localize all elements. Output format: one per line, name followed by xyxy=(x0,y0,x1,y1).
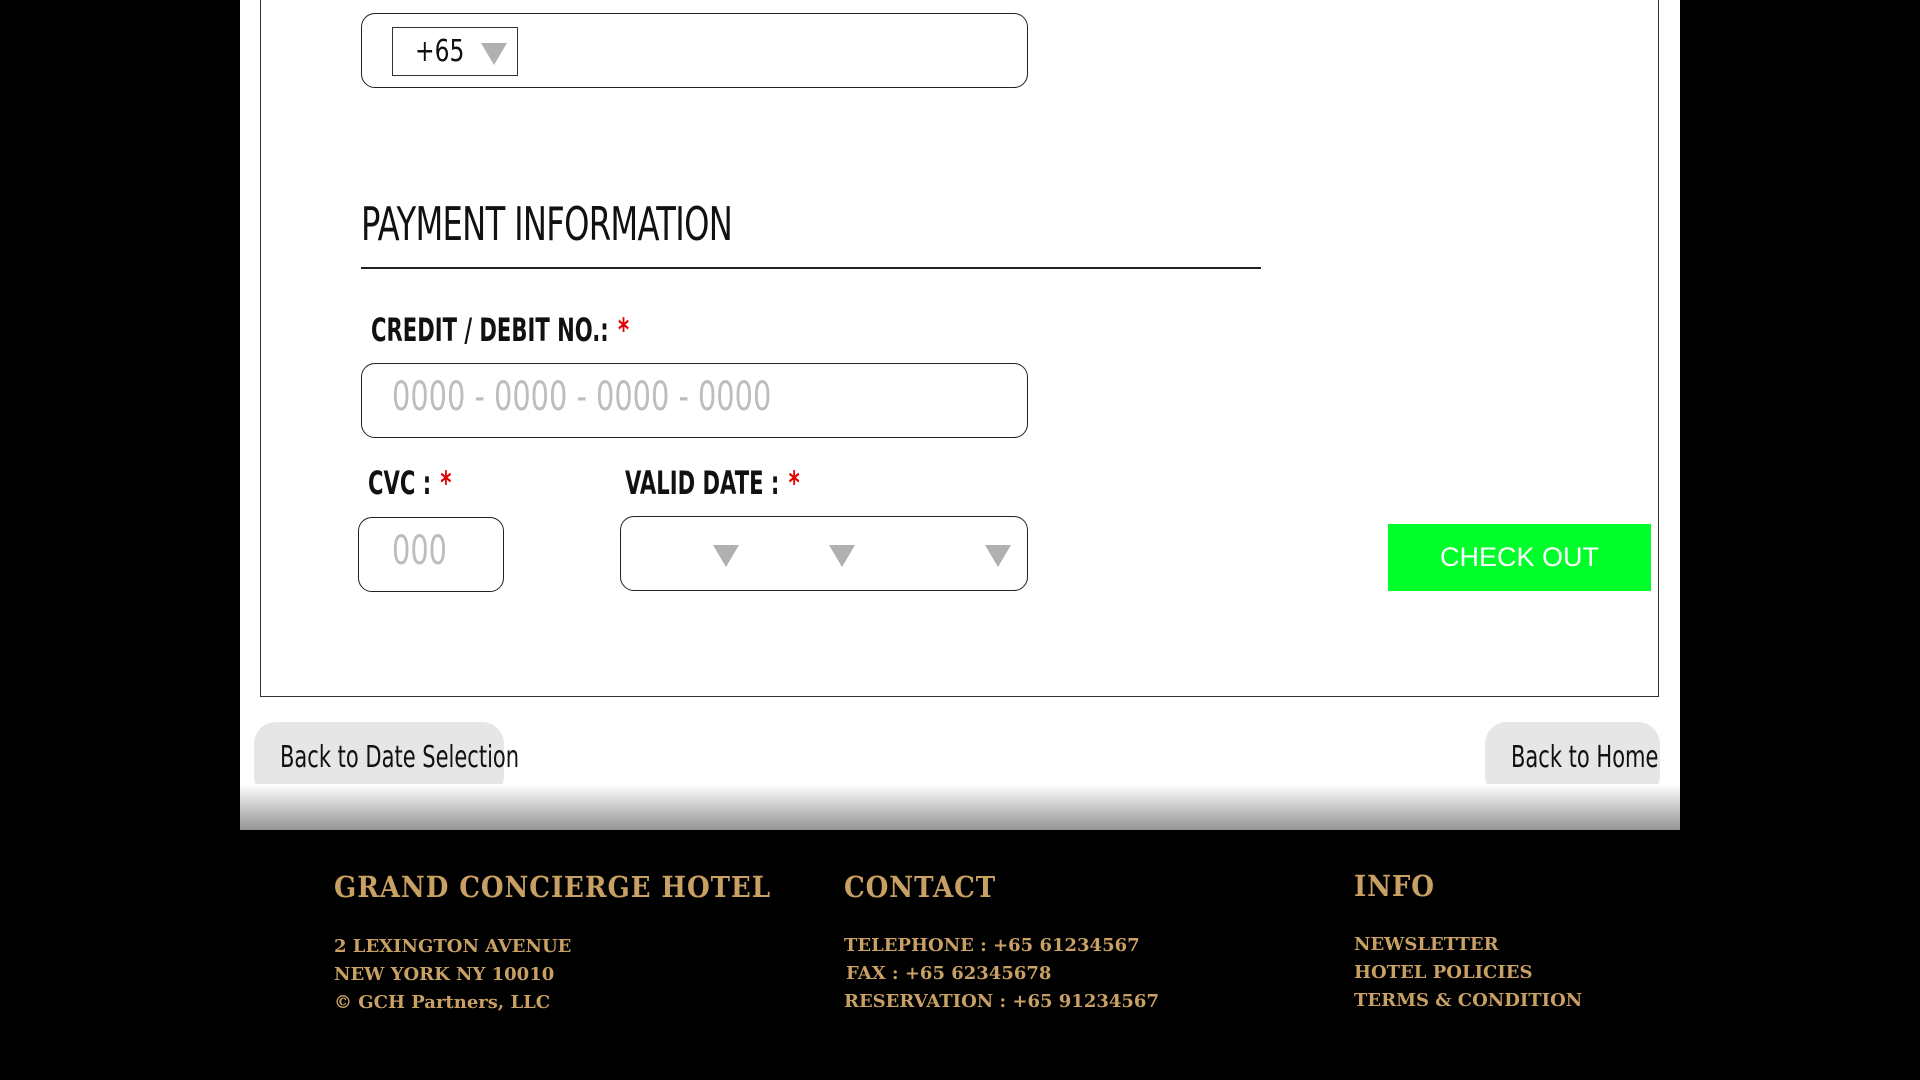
contact-heading: CONTACT xyxy=(844,870,997,904)
card-number-placeholder: 0000 - 0000 - 0000 - 0000 xyxy=(392,374,772,420)
contact-fax: FAX : +65 62345678 xyxy=(846,963,1052,984)
cvc-label: CVC : * xyxy=(368,464,451,502)
valid-date-label-text: VALID DATE : xyxy=(625,464,780,502)
hotel-name-heading: GRAND CONCIERGE HOTEL xyxy=(334,870,771,904)
back-to-home-label: Back to Home xyxy=(1511,740,1659,775)
country-code-select[interactable]: +65 xyxy=(392,27,518,76)
required-asterisk: * xyxy=(788,464,800,502)
required-asterisk: * xyxy=(617,311,629,349)
booking-form-panel: +65 PAYMENT INFORMATION CREDIT / DEBIT N… xyxy=(260,0,1659,697)
chevron-down-icon xyxy=(481,43,507,65)
booking-page: +65 PAYMENT INFORMATION CREDIT / DEBIT N… xyxy=(240,0,1680,830)
newsletter-link[interactable]: NEWSLETTER xyxy=(1354,931,1499,959)
address-line-2: NEW YORK NY 10010 xyxy=(334,964,555,985)
page-bottom-fade xyxy=(240,784,1680,830)
back-to-date-selection-label: Back to Date Selection xyxy=(280,740,520,775)
month-chevron-down-icon[interactable] xyxy=(829,545,855,567)
contact-reservation: RESERVATION : +65 91234567 xyxy=(844,991,1159,1012)
card-number-label-text: CREDIT / DEBIT NO.: xyxy=(371,311,609,349)
day-chevron-down-icon[interactable] xyxy=(713,545,739,567)
hotel-policies-link[interactable]: HOTEL POLICIES xyxy=(1354,959,1532,987)
valid-date-selects[interactable] xyxy=(620,516,1028,591)
info-heading: INFO xyxy=(1354,869,1435,903)
payment-section-title: PAYMENT INFORMATION xyxy=(361,197,733,251)
country-code-value: +65 xyxy=(415,34,465,69)
checkout-button[interactable]: CHECK OUT xyxy=(1388,524,1651,591)
valid-date-label: VALID DATE : * xyxy=(625,464,800,502)
site-footer: GRAND CONCIERGE HOTEL 2 LEXINGTON AVENUE… xyxy=(0,830,1920,1080)
required-asterisk: * xyxy=(440,464,452,502)
cvc-placeholder: 000 xyxy=(392,528,447,574)
contact-telephone: TELEPHONE : +65 61234567 xyxy=(844,935,1140,956)
year-chevron-down-icon[interactable] xyxy=(985,545,1011,567)
phone-field[interactable]: +65 xyxy=(361,13,1028,88)
cvc-label-text: CVC : xyxy=(368,464,432,502)
card-number-input[interactable]: 0000 - 0000 - 0000 - 0000 xyxy=(361,363,1028,438)
copyright: © GCH Partners, LLC xyxy=(334,992,551,1013)
cvc-input[interactable]: 000 xyxy=(358,517,504,592)
address-line-1: 2 LEXINGTON AVENUE xyxy=(334,936,572,957)
card-number-label: CREDIT / DEBIT NO.: * xyxy=(371,311,629,349)
terms-condition-link[interactable]: TERMS & CONDITION xyxy=(1354,987,1582,1015)
section-divider xyxy=(361,267,1261,269)
